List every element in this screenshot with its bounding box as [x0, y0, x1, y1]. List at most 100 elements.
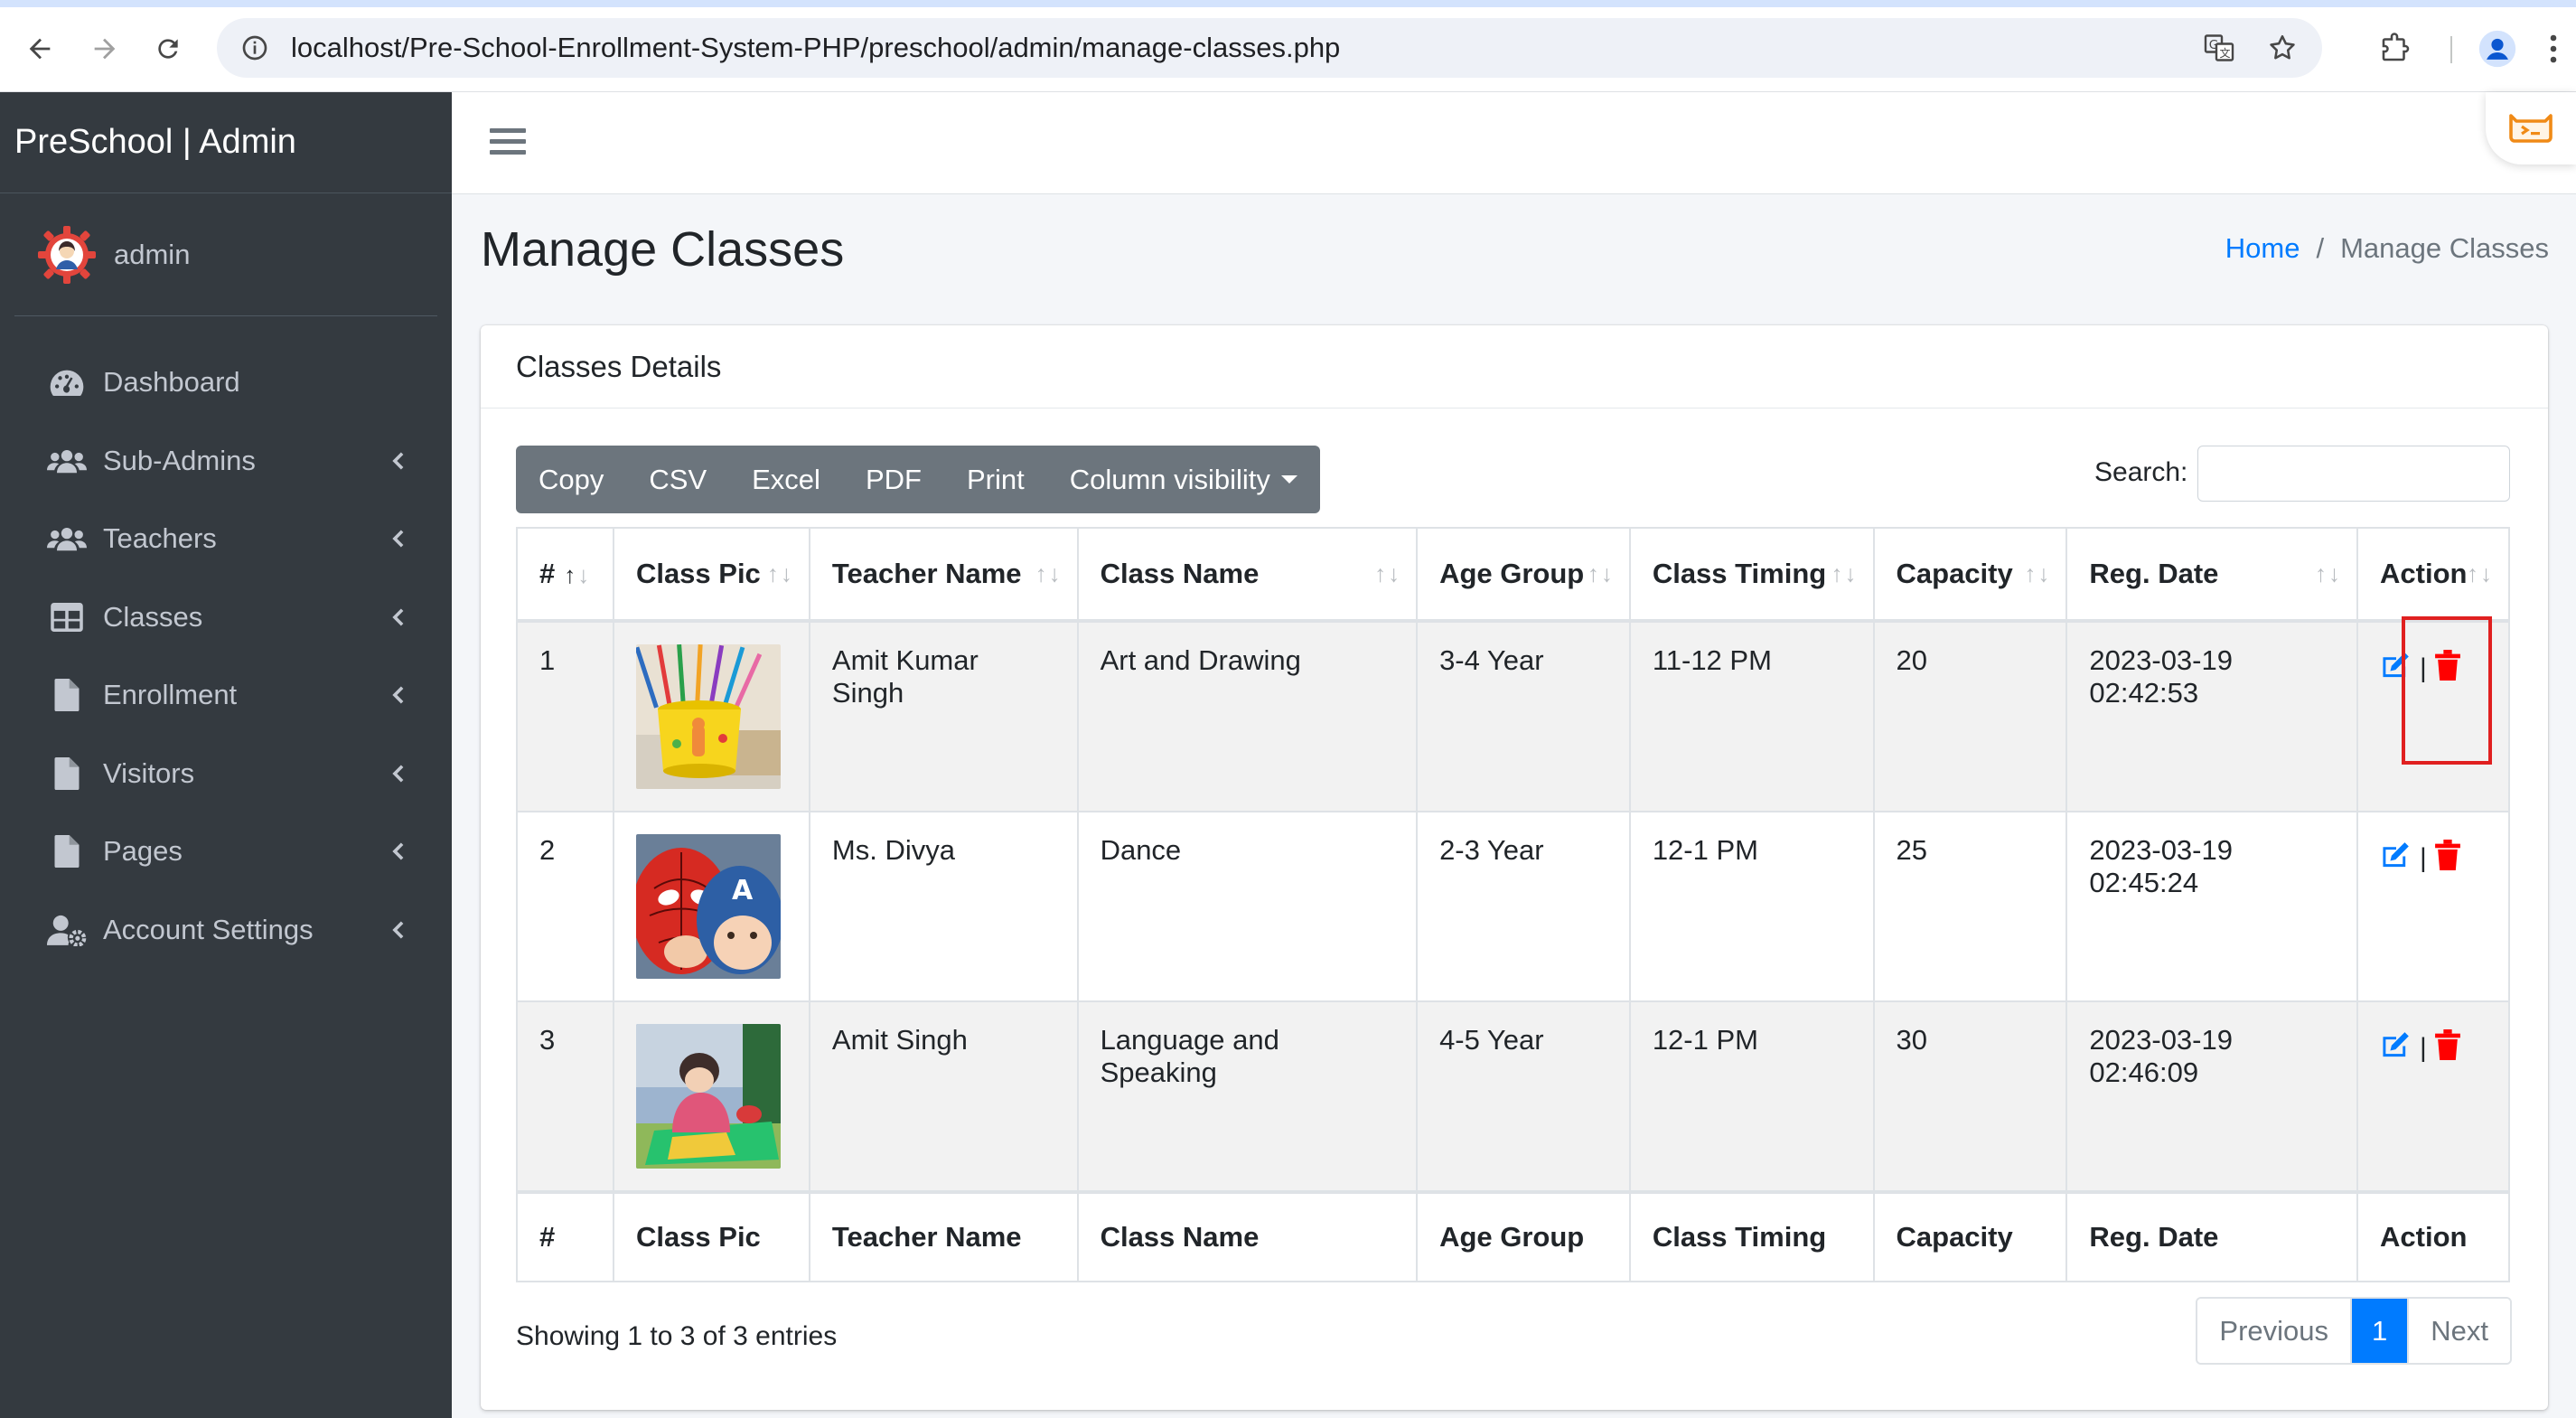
column-header-label: Capacity	[1896, 558, 2013, 589]
teacher-name: Amit Kumar Singh	[808, 620, 1079, 812]
delete-icon[interactable]	[2434, 650, 2461, 688]
user-name[interactable]: admin	[114, 239, 190, 271]
print-button[interactable]: Print	[944, 446, 1047, 513]
edit-icon[interactable]	[2380, 651, 2412, 687]
users-icon	[47, 443, 87, 479]
action-cell: |	[2356, 620, 2510, 812]
caret-down-icon	[1280, 475, 1297, 484]
search-input[interactable]	[2197, 446, 2510, 502]
column-header[interactable]: Capacity ↑ ↓	[1872, 527, 2068, 623]
page-1-button[interactable]: 1	[2352, 1299, 2408, 1363]
copy-button[interactable]: Copy	[516, 446, 626, 513]
file-icon	[47, 756, 87, 792]
edit-icon[interactable]	[2380, 840, 2412, 877]
sidebar-item-enrollment[interactable]: Enrollment	[0, 656, 452, 735]
sidebar-item-account-settings[interactable]: Account Settings	[0, 891, 452, 970]
pdf-button[interactable]: PDF	[843, 446, 944, 513]
breadcrumb-home-link[interactable]: Home	[2225, 232, 2300, 265]
csv-button[interactable]: CSV	[626, 446, 729, 513]
svg-text:文: 文	[2219, 46, 2230, 60]
column-footer: #	[516, 1190, 614, 1282]
column-header[interactable]: Class Name ↑ ↓	[1076, 527, 1419, 623]
action-separator: |	[2420, 653, 2427, 683]
browser-menu-button[interactable]	[2548, 25, 2559, 72]
column-header-label: Action	[2380, 558, 2468, 589]
user-panel[interactable]: admin	[14, 193, 437, 316]
column-header-label: Age Group	[1439, 558, 1585, 589]
extensions-button[interactable]	[2378, 25, 2411, 72]
column-header-label: Class Pic	[635, 558, 761, 589]
column-header[interactable]: # ↑ ↓	[516, 527, 614, 623]
search-label: Search:	[2094, 457, 2188, 487]
pagination: Previous 1 Next	[2196, 1297, 2512, 1365]
column-header[interactable]: Reg. Date ↑ ↓	[2065, 527, 2358, 623]
reg-date: 2023-03-19 02:45:24	[2065, 811, 2358, 1002]
menu-toggle-icon[interactable]	[490, 128, 526, 159]
chevron-left-icon	[389, 841, 408, 861]
delete-icon[interactable]	[2434, 1029, 2461, 1067]
column-header[interactable]: Action ↑ ↓	[2356, 527, 2510, 623]
class-name: Language and Speaking	[1076, 1000, 1419, 1193]
sidebar-menu: Dashboard Sub-Admins Teachers Classes En…	[0, 343, 452, 969]
column-footer: Action	[2356, 1190, 2510, 1282]
sort-icon: ↑ ↓	[1374, 559, 1400, 587]
profile-button[interactable]	[2478, 25, 2517, 72]
sidebar-item-label: Classes	[103, 600, 203, 633]
url-text: localhost/Pre-School-Enrollment-System-P…	[291, 32, 1340, 64]
column-footer: Reg. Date	[2065, 1190, 2358, 1282]
chevron-left-icon	[389, 685, 408, 705]
bookmark-star-icon[interactable]	[2264, 30, 2300, 66]
reload-button[interactable]	[145, 25, 192, 72]
class-pic-child-playing	[635, 1024, 781, 1169]
class-name: Art and Drawing	[1076, 620, 1419, 812]
arrow-left-icon	[29, 38, 51, 60]
column-header-label: Reg. Date	[2089, 558, 2219, 589]
next-page-button[interactable]: Next	[2407, 1299, 2510, 1363]
sidebar-item-teachers[interactable]: Teachers	[0, 500, 452, 578]
assistant-widget-icon[interactable]	[2486, 92, 2576, 164]
classes-table: # ↑ ↓ Class Pic ↑ ↓ Teacher Name ↑ ↓ Class Nam…	[516, 527, 2510, 1282]
sidebar-item-label: Pages	[103, 835, 183, 868]
column-footer: Class Pic	[612, 1190, 810, 1282]
card-title: Classes Details	[481, 325, 2548, 408]
url-path: /Pre-School-Enrollment-System-PHP/presch…	[401, 32, 1341, 63]
column-header-label: Class Timing	[1652, 558, 1827, 589]
sidebar-item-pages[interactable]: Pages	[0, 812, 452, 891]
column-header[interactable]: Class Timing ↑ ↓	[1628, 527, 1875, 623]
delete-icon[interactable]	[2434, 840, 2461, 878]
site-info-icon[interactable]	[235, 28, 275, 68]
back-button[interactable]	[16, 25, 63, 72]
sidebar-item-classes[interactable]: Classes	[0, 578, 452, 657]
previous-page-button[interactable]: Previous	[2197, 1299, 2352, 1363]
translate-icon[interactable]: G文	[2201, 30, 2237, 66]
column-footer: Capacity	[1872, 1190, 2068, 1282]
kebab-menu-icon	[2550, 34, 2557, 63]
address-bar[interactable]: localhost/Pre-School-Enrollment-System-P…	[217, 18, 2322, 78]
breadcrumb-separator: /	[2316, 232, 2325, 264]
class-pic-superhero-kids: A	[635, 834, 781, 979]
forward-button[interactable]	[81, 25, 128, 72]
column-visibility-button[interactable]: Column visibility	[1047, 446, 1320, 513]
export-button-group: Copy CSV Excel PDF Print Column visibili…	[516, 446, 1320, 513]
top-navbar	[452, 92, 2576, 194]
sidebar-item-sub-admins[interactable]: Sub-Admins	[0, 422, 452, 501]
chevron-left-icon	[389, 607, 408, 627]
column-header[interactable]: Class Pic ↑ ↓	[612, 527, 810, 623]
brand-link[interactable]: PreSchool | Admin	[0, 92, 452, 193]
action-separator: |	[2420, 1033, 2427, 1063]
age-group: 3-4 Year	[1416, 620, 1631, 812]
sidebar-item-dashboard[interactable]: Dashboard	[0, 343, 452, 422]
column-header[interactable]: Teacher Name ↑ ↓	[808, 527, 1079, 623]
breadcrumb-current: Manage Classes	[2340, 232, 2549, 264]
capacity: 30	[1872, 1000, 2068, 1193]
class-timing: 12-1 PM	[1628, 811, 1875, 1002]
profile-avatar-icon	[2478, 30, 2516, 68]
excel-button[interactable]: Excel	[729, 446, 843, 513]
sidebar-item-visitors[interactable]: Visitors	[0, 735, 452, 813]
sort-icon: ↑ ↓	[2467, 559, 2492, 587]
toolbar-divider	[2450, 36, 2452, 63]
page-title: Manage Classes	[481, 222, 845, 277]
edit-icon[interactable]	[2380, 1030, 2412, 1066]
column-header[interactable]: Age Group ↑ ↓	[1416, 527, 1631, 623]
classes-card: Classes Details Copy CSV Excel PDF Print…	[481, 325, 2548, 1410]
